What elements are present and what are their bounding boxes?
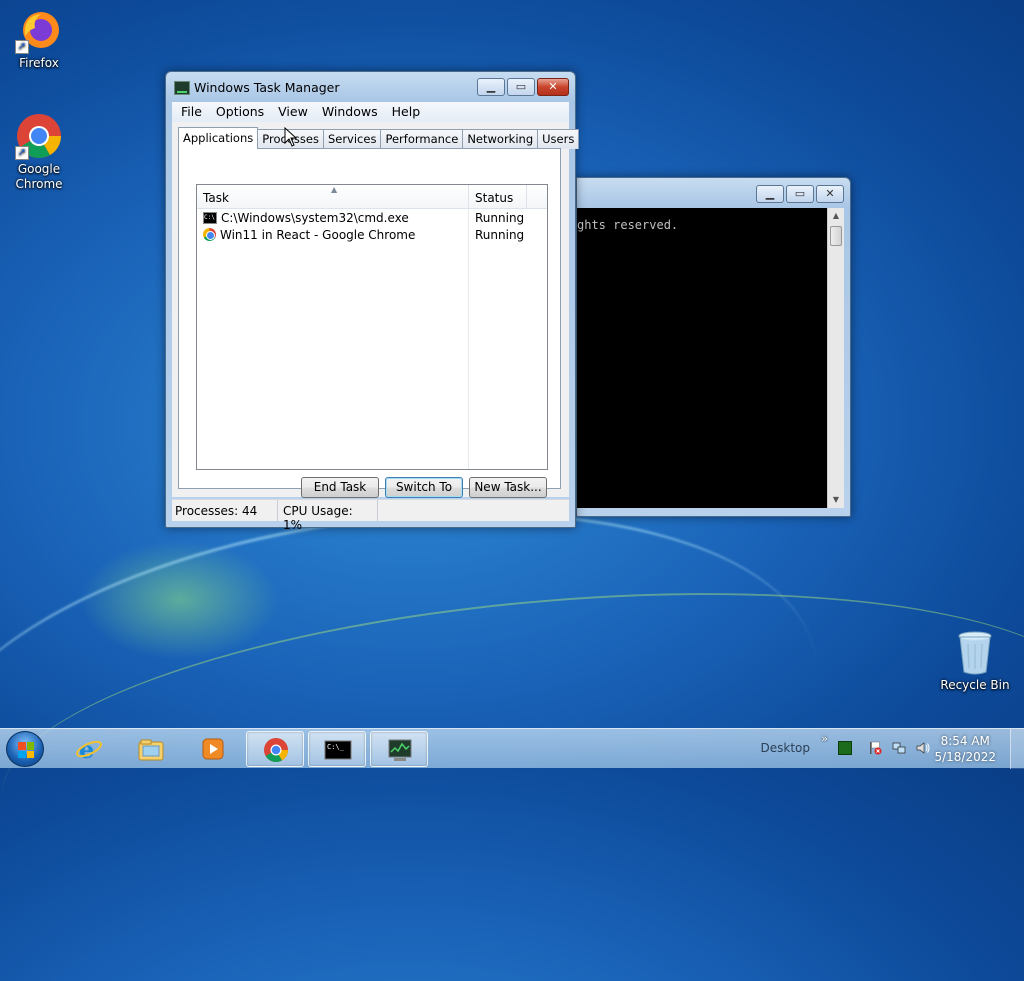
desktop-icon-firefox[interactable]: ➚ Firefox <box>1 6 77 71</box>
menu-options[interactable]: Options <box>209 102 271 122</box>
menu-help[interactable]: Help <box>385 102 428 122</box>
sort-ascending-icon: ▲ <box>331 185 338 194</box>
task-manager-icon <box>388 739 412 761</box>
chrome-icon <box>264 738 288 763</box>
cmd-window[interactable]: ▁ ▭ ✕ ghts reserved. ▲ ▼ <box>576 177 851 517</box>
firefox-icon: ➚ <box>15 6 63 54</box>
cmd-icon: C:\_ <box>324 740 352 760</box>
tab-performance[interactable]: Performance <box>380 129 464 149</box>
task-status: Running <box>475 210 525 225</box>
scroll-down-icon[interactable]: ▼ <box>828 492 844 508</box>
shortcut-arrow-icon: ➚ <box>15 146 29 160</box>
tab-services[interactable]: Services <box>322 129 382 149</box>
menu-bar: File Options View Windows Help <box>172 102 569 122</box>
task-manager-icon <box>174 81 190 95</box>
clock-time: 8:54 AM <box>940 734 990 748</box>
task-name: C:\Windows\system32\cmd.exe <box>221 210 409 225</box>
taskbar: e C:\_ Desktop » 8:54 AM 5/18/2022 <box>0 728 1024 769</box>
close-button[interactable]: ✕ <box>537 78 569 96</box>
toolbar-chevron-icon[interactable]: » <box>821 732 828 745</box>
scroll-up-icon[interactable]: ▲ <box>828 208 844 224</box>
task-manager-window[interactable]: Windows Task Manager ▁ ▭ ✕ File Options … <box>165 71 580 532</box>
menu-view[interactable]: View <box>271 102 315 122</box>
maximize-icon: ▭ <box>794 187 806 200</box>
network-icon[interactable] <box>892 741 906 755</box>
task-name: Win11 in React - Google Chrome <box>220 227 416 242</box>
desktop-icon-label: Recycle Bin <box>940 678 1010 692</box>
tab-networking[interactable]: Networking <box>462 129 539 149</box>
task-status: Running <box>475 227 525 242</box>
close-button[interactable]: ✕ <box>816 185 844 203</box>
tray-app-icon[interactable] <box>838 741 852 755</box>
maximize-button[interactable]: ▭ <box>507 78 535 96</box>
maximize-button[interactable]: ▭ <box>786 185 814 203</box>
cpu-usage: CPU Usage: 1% <box>278 500 378 532</box>
svg-text:C:\_: C:\_ <box>327 743 345 751</box>
minimize-button[interactable]: ▁ <box>477 78 505 96</box>
chrome-icon <box>203 228 216 241</box>
process-count: Processes: 44 <box>172 500 278 521</box>
taskmgr-body: Applications Processes Services Performa… <box>172 122 580 498</box>
file-explorer-icon <box>138 739 164 761</box>
cmd-titlebar[interactable]: ▁ ▭ ✕ <box>577 178 850 208</box>
minimize-button[interactable]: ▁ <box>756 185 784 203</box>
cmd-scrollbar[interactable]: ▲ ▼ <box>827 208 844 508</box>
column-header-status[interactable]: Status <box>469 185 527 208</box>
desktop-icon-label: Google Chrome <box>15 162 63 191</box>
end-task-button[interactable]: End Task <box>301 477 379 498</box>
taskbar-file-explorer[interactable] <box>122 731 180 767</box>
taskbar-media-player[interactable] <box>184 731 242 767</box>
recycle-bin-icon <box>955 630 995 676</box>
volume-icon[interactable] <box>916 741 930 755</box>
desktop-toolbar-label[interactable]: Desktop <box>761 741 811 755</box>
scroll-thumb[interactable] <box>830 226 842 246</box>
tab-users[interactable]: Users <box>537 129 580 149</box>
desktop-icon-google-chrome[interactable]: ➚ Google Chrome <box>1 112 77 192</box>
window-title: Windows Task Manager <box>194 80 340 95</box>
mouse-cursor-icon <box>284 127 298 147</box>
close-icon: ✕ <box>825 187 835 200</box>
table-row[interactable]: Win11 in React - Google Chrome Running <box>197 226 547 243</box>
switch-to-button[interactable]: Switch To <box>385 477 463 498</box>
task-list[interactable]: ▲ Task Status C:\ C:\Windows\system32\cm… <box>196 184 548 470</box>
cmd-icon: C:\ <box>203 211 217 224</box>
menu-file[interactable]: File <box>174 102 209 122</box>
chrome-icon: ➚ <box>15 112 63 160</box>
minimize-icon: ▁ <box>765 187 775 200</box>
desktop-icon-recycle-bin[interactable]: Recycle Bin <box>937 630 1013 693</box>
menu-windows[interactable]: Windows <box>315 102 385 122</box>
media-player-icon <box>202 738 224 760</box>
new-task-button[interactable]: New Task... <box>469 477 547 498</box>
maximize-icon: ▭ <box>515 80 527 93</box>
minimize-icon: ▁ <box>486 80 496 93</box>
internet-explorer-icon: e <box>76 736 102 762</box>
list-header: ▲ Task Status <box>197 185 547 209</box>
action-center-flag-icon[interactable] <box>868 741 882 755</box>
taskbar-internet-explorer[interactable]: e <box>60 731 118 767</box>
status-bar: Processes: 44 CPU Usage: 1% <box>172 499 569 532</box>
table-row[interactable]: C:\ C:\Windows\system32\cmd.exe Running <box>197 209 547 226</box>
taskbar-chrome[interactable] <box>246 731 304 767</box>
cmd-console-output[interactable]: ghts reserved. <box>577 208 827 508</box>
shortcut-arrow-icon: ➚ <box>15 40 29 54</box>
taskbar-cmd[interactable]: C:\_ <box>308 731 366 767</box>
windows-logo-icon <box>18 742 34 758</box>
clock-date: 5/18/2022 <box>934 750 996 764</box>
system-clock[interactable]: 8:54 AM 5/18/2022 <box>934 733 996 765</box>
taskmgr-titlebar[interactable]: Windows Task Manager ▁ ▭ ✕ <box>166 72 575 102</box>
desktop-icon-label: Firefox <box>19 56 59 70</box>
taskbar-task-manager[interactable] <box>370 731 428 767</box>
tab-applications[interactable]: Applications <box>178 127 259 149</box>
close-icon: ✕ <box>548 80 558 93</box>
show-desktop-button[interactable] <box>1010 729 1024 769</box>
start-button[interactable] <box>6 731 44 767</box>
tab-strip: Applications Processes Services Performa… <box>178 127 580 149</box>
column-divider <box>468 209 469 469</box>
